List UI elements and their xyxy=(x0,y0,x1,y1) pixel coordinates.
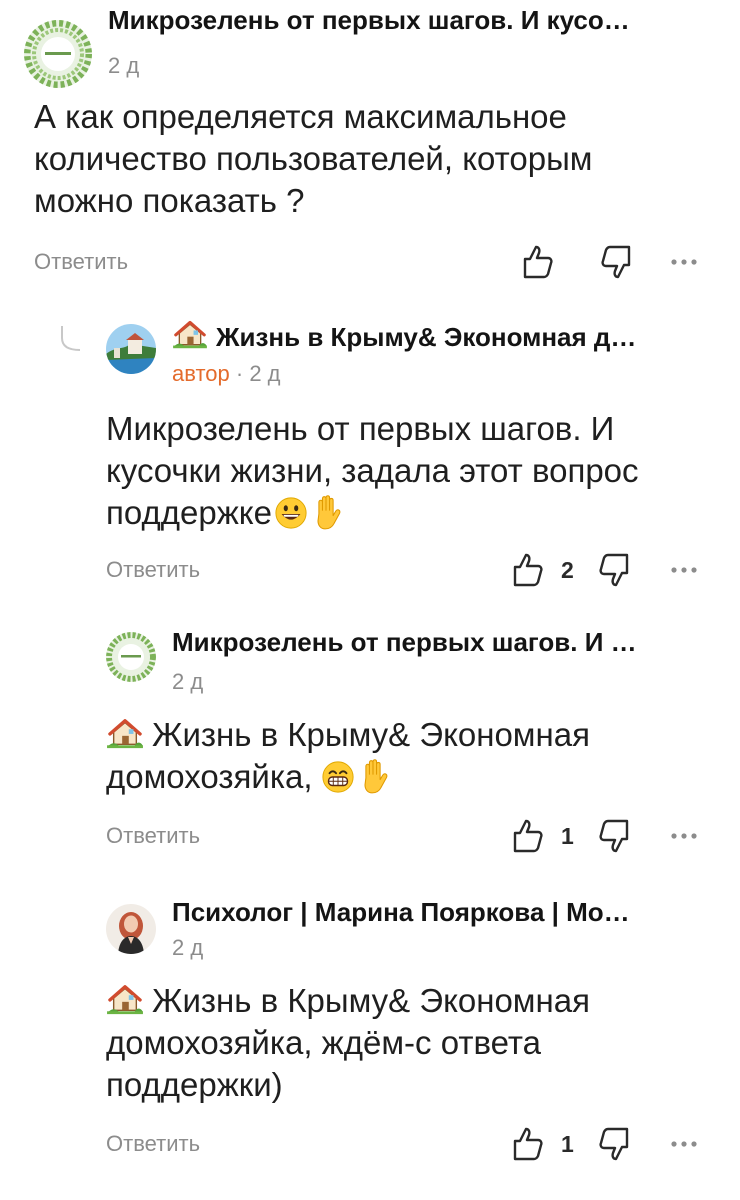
comments-page: Микрозелень от первых шагов. И кусо… 2 д… xyxy=(0,0,740,1200)
thumbs-down-icon[interactable] xyxy=(596,1124,636,1164)
time-label: 2 д xyxy=(249,361,281,386)
comment-meta: автор · 2 д xyxy=(172,360,281,388)
more-dots-icon[interactable] xyxy=(664,1124,704,1164)
thumbs-down-icon[interactable] xyxy=(598,242,638,282)
thumbs-up-icon[interactable] xyxy=(506,550,546,590)
house-icon xyxy=(106,716,144,750)
author-name[interactable]: Микрозелень от первых шагов. И … xyxy=(172,626,702,658)
meta-separator: · xyxy=(235,361,244,386)
comment-time: 2 д xyxy=(172,668,203,696)
author-name[interactable]: Жизнь в Крыму& Экономная д… xyxy=(172,318,702,353)
comment-actions: Ответить xyxy=(34,242,714,282)
time-label: 2 д xyxy=(172,669,204,694)
time-label: 2 д xyxy=(172,935,204,960)
comment-time: 2 д xyxy=(108,52,139,80)
comment-2: Жизнь в Крыму& Экономная д… автор · 2 д … xyxy=(0,300,740,600)
comment-text: А как определяется максимальное количест… xyxy=(34,98,593,219)
raised-hand-emoji xyxy=(310,494,342,530)
more-dots-icon[interactable] xyxy=(664,816,704,856)
reply-button[interactable]: Ответить xyxy=(106,550,200,590)
comment-text: Микрозелень от первых шагов. И кусочки ж… xyxy=(106,408,706,534)
grinning-face-emoji xyxy=(321,760,355,794)
comment-actions: Ответить 1 xyxy=(106,1124,714,1164)
comment-text: Жизнь в Крыму& Экономная домохозяйка, xyxy=(106,714,706,798)
more-dots-icon[interactable] xyxy=(664,242,704,282)
thumbs-down-icon[interactable] xyxy=(596,550,636,590)
like-count: 1 xyxy=(561,1131,574,1157)
avatar[interactable] xyxy=(106,324,156,374)
comment-1: Микрозелень от первых шагов. И кусо… 2 д… xyxy=(0,0,740,290)
house-icon xyxy=(172,318,208,350)
reply-thread-icon xyxy=(61,326,81,351)
house-icon xyxy=(106,982,144,1016)
like-count: 2 xyxy=(561,557,574,583)
thumbs-up-icon[interactable] xyxy=(506,1124,546,1164)
thumbs-up-icon[interactable] xyxy=(516,242,556,282)
comment-text: Жизнь в Крыму& Экономная домохозяйка, жд… xyxy=(106,980,706,1106)
avatar[interactable] xyxy=(106,632,156,682)
like-count: 1 xyxy=(561,823,574,849)
reply-button[interactable]: Ответить xyxy=(34,242,128,282)
comment-text-body: Микрозелень от первых шагов. И кусочки ж… xyxy=(106,410,639,531)
reply-button[interactable]: Ответить xyxy=(106,816,200,856)
comment-text-body: Жизнь в Крыму& Экономная домохозяйка, жд… xyxy=(106,982,590,1103)
author-name-text: Жизнь в Крыму& Экономная д… xyxy=(216,322,637,352)
avatar[interactable] xyxy=(24,20,92,88)
comment-3: Микрозелень от первых шагов. И … 2 д Жиз… xyxy=(0,610,740,880)
reply-button[interactable]: Ответить xyxy=(106,1124,200,1164)
thumbs-up-icon[interactable] xyxy=(506,816,546,856)
smiling-face-emoji xyxy=(274,496,308,530)
comment-actions: Ответить 2 xyxy=(106,550,714,590)
comment-4: Психолог | Марина Пояркова | Мо… 2 д Жиз… xyxy=(0,880,740,1200)
raised-hand-emoji xyxy=(357,758,389,794)
author-name[interactable]: Психолог | Марина Пояркова | Мо… xyxy=(172,896,702,928)
time-label: 2 д xyxy=(108,53,140,78)
more-dots-icon[interactable] xyxy=(664,550,704,590)
thumbs-down-icon[interactable] xyxy=(596,816,636,856)
avatar[interactable] xyxy=(106,904,156,954)
comment-actions: Ответить 1 xyxy=(106,816,714,856)
author-name[interactable]: Микрозелень от первых шагов. И кусо… xyxy=(108,4,698,36)
author-badge: автор xyxy=(172,361,230,386)
comment-time: 2 д xyxy=(172,934,203,962)
